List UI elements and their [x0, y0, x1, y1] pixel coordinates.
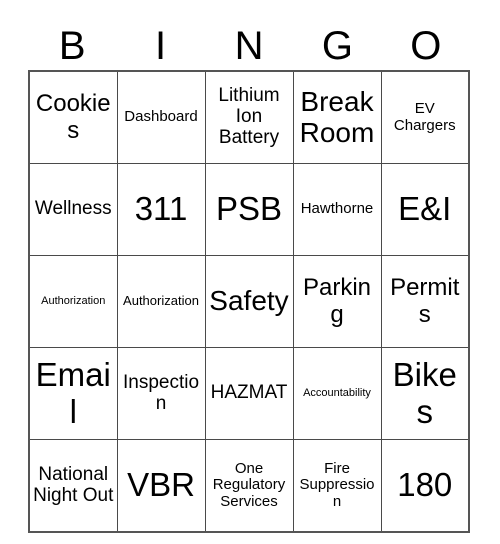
bingo-cell-label: National Night Out: [33, 463, 114, 506]
bingo-cell-n4[interactable]: HAZMAT: [204, 347, 294, 440]
bingo-cell-g2[interactable]: Hawthorne: [292, 163, 382, 256]
bingo-cell-label: Authorization: [41, 295, 106, 308]
bingo-cell-n1[interactable]: Lithium Ion Battery: [204, 70, 294, 164]
bingo-cell-b4[interactable]: Email: [28, 347, 118, 440]
bingo-row: Cookies Dashboard Lithium Ion Battery Br…: [28, 70, 470, 164]
bingo-row: Email Inspection HAZMAT Accountability B…: [28, 347, 470, 440]
bingo-cell-label: Break Room: [299, 85, 375, 148]
bingo-cell-label: Dashboard: [124, 108, 198, 126]
bingo-cell-g1[interactable]: Break Room: [292, 70, 382, 164]
bingo-header-letter-g: G: [321, 24, 353, 68]
bingo-header-letter-o: O: [410, 24, 442, 68]
bingo-cell-n2[interactable]: PSB: [204, 163, 294, 256]
bingo-cell-g3[interactable]: Parking: [292, 255, 382, 348]
bingo-grid: Cookies Dashboard Lithium Ion Battery Br…: [28, 70, 470, 533]
bingo-header-row: B I N G O: [28, 22, 470, 70]
bingo-cell-label: 311: [134, 190, 188, 228]
bingo-cell-label: 180: [397, 466, 453, 504]
bingo-cell-o5[interactable]: 180: [380, 439, 470, 533]
bingo-cell-label: Fire Suppression: [299, 459, 375, 510]
bingo-card: B I N G O Cookies Dashboard Lithium Ion …: [0, 0, 500, 544]
bingo-row: Wellness 311 PSB Hawthorne E&I: [28, 163, 470, 256]
bingo-cell-label: HAZMAT: [210, 382, 288, 404]
bingo-cell-b3[interactable]: Authorization: [28, 255, 118, 348]
bingo-cell-n5[interactable]: One Regulatory Services: [204, 439, 294, 533]
bingo-cell-label: Bikes: [392, 356, 457, 430]
bingo-cell-b1[interactable]: Cookies: [28, 70, 118, 164]
bingo-header-letter-n: N: [234, 24, 264, 68]
bingo-cell-label: EV Chargers: [393, 100, 456, 134]
bingo-cell-o4[interactable]: Bikes: [380, 347, 470, 440]
bingo-cell-label: Inspection: [122, 371, 200, 414]
bingo-cell-o1[interactable]: EV Chargers: [380, 70, 470, 164]
bingo-cell-label: VBR: [127, 466, 195, 504]
bingo-cell-label: Wellness: [34, 198, 112, 220]
bingo-row: Authorization Authorization Safety Parki…: [28, 255, 470, 348]
bingo-cell-label: Safety: [209, 285, 289, 317]
bingo-cell-label: Hawthorne: [300, 200, 374, 218]
bingo-cell-i3[interactable]: Authorization: [116, 255, 206, 348]
bingo-cell-b2[interactable]: Wellness: [28, 163, 118, 256]
bingo-cell-label: E&I: [398, 190, 452, 228]
bingo-cell-label: Parking: [302, 274, 372, 328]
bingo-cell-n3[interactable]: Safety: [204, 255, 294, 348]
bingo-cell-g5[interactable]: Fire Suppression: [292, 439, 382, 533]
bingo-cell-label: Cookies: [35, 90, 111, 144]
bingo-cell-i1[interactable]: Dashboard: [116, 70, 206, 164]
bingo-cell-label: Accountability: [303, 387, 371, 400]
bingo-header-letter-b: B: [58, 24, 86, 68]
bingo-cell-label: One Regulatory Services: [212, 459, 286, 510]
bingo-cell-i4[interactable]: Inspection: [116, 347, 206, 440]
bingo-cell-label: Email: [35, 356, 111, 430]
bingo-cell-o3[interactable]: Permits: [380, 255, 470, 348]
bingo-cell-i5[interactable]: VBR: [116, 439, 206, 533]
bingo-header-letter-i: I: [155, 24, 167, 68]
bingo-row: National Night Out VBR One Regulatory Se…: [28, 439, 470, 533]
bingo-cell-b5[interactable]: National Night Out: [28, 439, 118, 533]
bingo-cell-label: Authorization: [123, 293, 199, 309]
bingo-cell-label: Permits: [390, 274, 460, 328]
bingo-cell-label: Lithium Ion Battery: [218, 85, 280, 148]
bingo-cell-o2[interactable]: E&I: [380, 163, 470, 256]
bingo-cell-label: PSB: [215, 190, 283, 228]
bingo-cell-i2[interactable]: 311: [116, 163, 206, 256]
bingo-cell-g4[interactable]: Accountability: [292, 347, 382, 440]
